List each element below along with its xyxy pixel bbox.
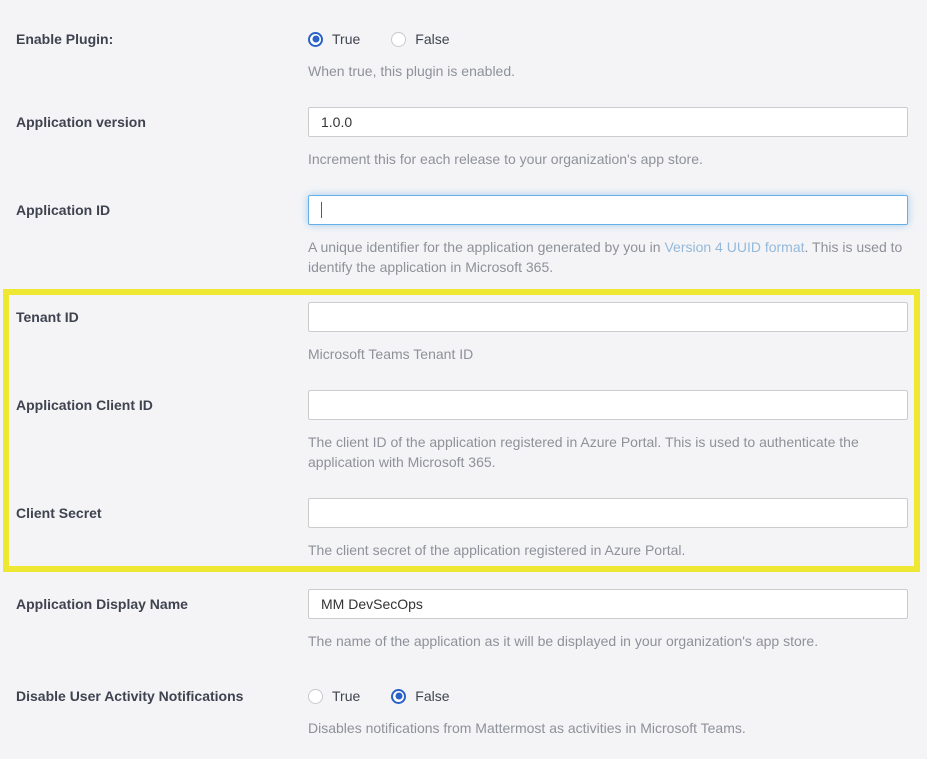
disable-user-activity-notifications-controls: True False Disables notifications from M… <box>308 685 908 738</box>
application-id-controls: A unique identifier for the application … <box>308 195 908 277</box>
help-text: When true, this plugin is enabled. <box>308 61 908 81</box>
help-text: Disables notifications from Mattermost a… <box>308 718 908 738</box>
text-cursor-caret <box>321 202 322 218</box>
help-text-part: A unique identifier for the application … <box>308 239 664 255</box>
client-secret-input[interactable] <box>308 498 908 528</box>
disable-notifications-radio-true[interactable]: True <box>308 686 360 706</box>
enable-plugin-radio-false[interactable]: False <box>391 29 449 49</box>
form-row-tenant-id: Tenant ID Microsoft Teams Tenant ID <box>9 302 914 364</box>
client-secret-controls: The client secret of the application reg… <box>308 498 908 560</box>
radio-label: True <box>332 29 360 49</box>
application-display-name-controls: The name of the application as it will b… <box>308 589 908 651</box>
radio-label: False <box>415 686 449 706</box>
form-row-application-client-id: Application Client ID The client ID of t… <box>9 390 914 472</box>
application-client-id-label: Application Client ID <box>16 390 308 415</box>
application-version-controls: Increment this for each release to your … <box>308 107 908 169</box>
tenant-id-input[interactable] <box>308 302 908 332</box>
help-text: Microsoft Teams Tenant ID <box>308 344 908 364</box>
help-text: A unique identifier for the application … <box>308 237 908 277</box>
application-version-label: Application version <box>16 107 308 132</box>
application-id-input[interactable] <box>308 195 908 225</box>
radio-label: False <box>415 29 449 49</box>
help-text: The name of the application as it will b… <box>308 631 908 651</box>
help-text: The client ID of the application registe… <box>308 432 908 472</box>
application-id-input-wrap <box>308 195 908 225</box>
enable-plugin-radio-true[interactable]: True <box>308 29 360 49</box>
radio-button-icon <box>391 689 406 704</box>
uuid-format-link[interactable]: Version 4 UUID format <box>664 239 804 255</box>
enable-plugin-label: Enable Plugin: <box>16 28 308 49</box>
application-display-name-label: Application Display Name <box>16 589 308 614</box>
enable-plugin-controls: True False When true, this plugin is ena… <box>308 28 908 81</box>
help-text: Increment this for each release to your … <box>308 149 908 169</box>
radio-button-icon <box>391 32 406 47</box>
form-row-enable-plugin: Enable Plugin: True False When true, thi… <box>0 28 927 81</box>
form-row-application-display-name: Application Display Name The name of the… <box>0 589 927 651</box>
application-display-name-input[interactable] <box>308 589 908 619</box>
radio-button-icon <box>308 689 323 704</box>
form-row-disable-user-activity-notifications: Disable User Activity Notifications True… <box>0 685 927 738</box>
help-text: The client secret of the application reg… <box>308 540 908 560</box>
radio-label: True <box>332 686 360 706</box>
application-client-id-controls: The client ID of the application registe… <box>308 390 908 472</box>
tenant-id-label: Tenant ID <box>16 302 308 327</box>
form-row-client-secret: Client Secret The client secret of the a… <box>9 498 914 560</box>
disable-notifications-radio-group: True False <box>308 685 908 706</box>
client-secret-label: Client Secret <box>16 498 308 523</box>
application-version-input[interactable] <box>308 107 908 137</box>
tenant-id-controls: Microsoft Teams Tenant ID <box>308 302 908 364</box>
plugin-settings-form: Enable Plugin: True False When true, thi… <box>0 0 927 759</box>
disable-user-activity-notifications-label: Disable User Activity Notifications <box>16 685 308 706</box>
radio-button-icon <box>308 32 323 47</box>
application-id-label: Application ID <box>16 195 308 220</box>
highlight-box: Tenant ID Microsoft Teams Tenant ID Appl… <box>3 289 920 572</box>
enable-plugin-radio-group: True False <box>308 28 908 49</box>
form-row-application-version: Application version Increment this for e… <box>0 107 927 169</box>
application-client-id-input[interactable] <box>308 390 908 420</box>
disable-notifications-radio-false[interactable]: False <box>391 686 449 706</box>
form-row-application-id: Application ID A unique identifier for t… <box>0 195 927 277</box>
